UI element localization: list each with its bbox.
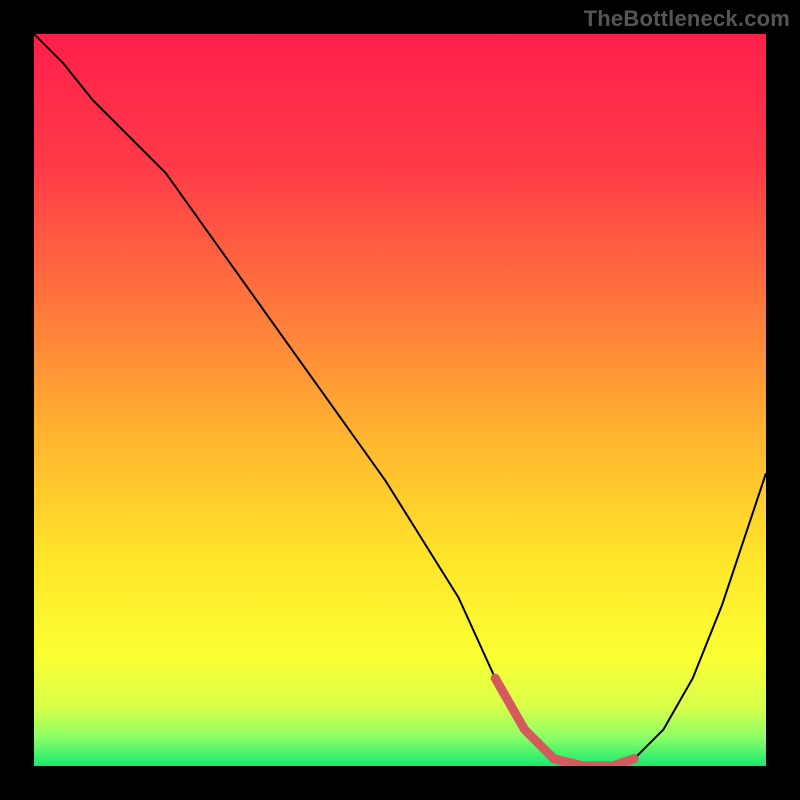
chart-frame: TheBottleneck.com	[0, 0, 800, 800]
valley-highlight	[34, 34, 766, 766]
watermark-text: TheBottleneck.com	[584, 6, 790, 32]
plot-area	[34, 34, 766, 766]
